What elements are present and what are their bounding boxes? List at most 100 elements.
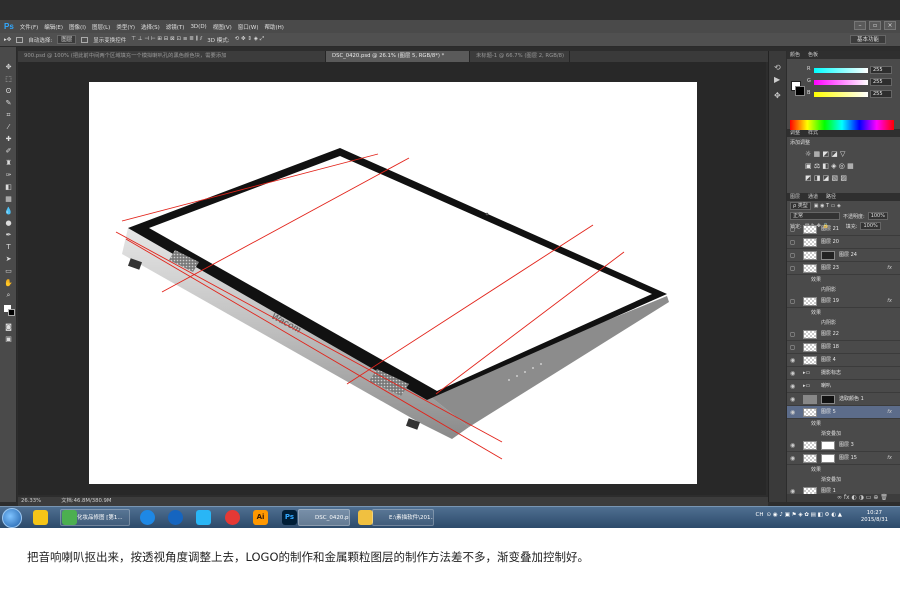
tab-900-psd[interactable]: 900.psd @ 100% (把此前中间两个区域填充一个模拟喇叭孔的黑色颜色块… (18, 51, 326, 62)
menu-edit[interactable]: 编辑(E) (44, 23, 63, 31)
input-language[interactable]: CH (756, 512, 764, 518)
filter-icons[interactable]: ▣ ◉ T ▭ ◈ (814, 203, 841, 209)
slider-r-bar[interactable] (814, 68, 868, 73)
system-clock[interactable]: 10:27 2015/8/31 (861, 510, 888, 524)
visibility-icon[interactable]: ◻ (790, 249, 795, 262)
crop-icon[interactable]: ⌗ (4, 111, 13, 119)
layer-row[interactable]: ◻ 图层 22 (787, 328, 900, 341)
app-icon-4[interactable] (168, 510, 183, 525)
quick-mask-icon[interactable]: ◙ (4, 323, 13, 331)
menu-3d[interactable]: 3D(D) (190, 24, 206, 30)
slider-g[interactable]: G 255 (787, 77, 900, 89)
tray-icons[interactable]: ⊙ ◉ ♪ ▣ ⚑ ◈ ✿ ▤ ◧ ⚙ ◐ ▲ (767, 512, 842, 518)
tab-dsc-0420[interactable]: DSC_0420.psd @ 26.1% (图层 5, RGB/8*) * (326, 51, 470, 62)
slider-g-bar[interactable] (814, 80, 868, 85)
menu-file[interactable]: 文件(F) (20, 23, 38, 31)
menu-type[interactable]: 类型(Y) (116, 23, 135, 31)
photoshop-icon[interactable]: Ps (282, 510, 297, 525)
blend-mode-dropdown[interactable]: 正常 (790, 212, 840, 220)
effect-gradient-overlay[interactable]: 渐变叠加 (787, 429, 900, 439)
taskbar-item-folder[interactable]: E:\素描软件\201... (372, 509, 434, 526)
tab-channels[interactable]: 通道 (808, 193, 818, 201)
slider-r[interactable]: R 255 (787, 65, 900, 77)
fx-icon[interactable]: fx (887, 452, 892, 465)
shape-icon[interactable]: ▭ (4, 267, 13, 275)
eye-icon[interactable]: ◉ (790, 393, 795, 406)
visibility-icon[interactable]: ◻ (790, 328, 795, 341)
layer-row[interactable]: ◉ 图层 4 (787, 354, 900, 367)
b-value[interactable]: 255 (870, 90, 892, 98)
eye-icon[interactable]: ◉ (790, 452, 795, 465)
layer-row[interactable]: ◻ 图层 18 (787, 341, 900, 354)
menu-help[interactable]: 帮助(H) (265, 23, 284, 31)
layer-row[interactable]: ◻ 图层 24 (787, 249, 900, 262)
eraser-icon[interactable]: ◧ (4, 183, 13, 191)
blur-icon[interactable]: 💧 (4, 207, 13, 215)
gradient-icon[interactable]: ▦ (4, 195, 13, 203)
tab-adjustments[interactable]: 调整 (790, 129, 800, 137)
visibility-icon[interactable]: ◻ (790, 295, 795, 308)
close-icon[interactable]: × (884, 21, 896, 30)
layer-row[interactable]: ◻ 图层 20 (787, 236, 900, 249)
3d-tools-icons[interactable]: ⟲ ✥ ⇕ ◈ ⤢ (235, 36, 264, 43)
type-icon[interactable]: T (4, 243, 13, 251)
menu-image[interactable]: 图像(I) (69, 23, 86, 31)
layer-kind-filter[interactable]: ρ 类型 (790, 202, 811, 210)
menu-view[interactable]: 视图(V) (213, 23, 232, 31)
layers-panel-footer-icons[interactable]: ∞ fx ◐ ◑ ▭ ⊕ 🗑 (787, 494, 900, 502)
taskbar-item-dsc[interactable]: DSC_0420.psd ... (298, 509, 350, 526)
tab-paths[interactable]: 路径 (826, 193, 836, 201)
auto-select-checkbox[interactable] (16, 36, 24, 43)
slider-b[interactable]: B 255 (787, 89, 900, 101)
visibility-icon[interactable]: ◻ (790, 341, 795, 354)
effect-inner-shadow[interactable]: 内阴影 (787, 285, 900, 295)
adjustment-layer-row[interactable]: ◉ 选取颜色 1 (787, 393, 900, 406)
zoom-level[interactable]: 26.33% (21, 497, 41, 506)
document-canvas[interactable]: Wacom (89, 82, 697, 484)
menu-select[interactable]: 选择(S) (141, 23, 160, 31)
stamp-icon[interactable]: ♜ (4, 159, 13, 167)
layer-row[interactable]: ◉ 图层 3 (787, 439, 900, 452)
menu-filter[interactable]: 滤镜(T) (166, 23, 185, 31)
show-transform-checkbox[interactable] (81, 36, 89, 43)
app-icon-1[interactable] (33, 510, 48, 525)
dodge-icon[interactable]: ● (4, 219, 13, 227)
group-row[interactable]: ◉ ▸▭ 喇叭 (787, 380, 900, 393)
tab-color[interactable]: 颜色 (790, 51, 800, 59)
layer-row[interactable]: ◻ 图层 21 (787, 223, 900, 236)
chrome-icon[interactable] (225, 510, 240, 525)
g-value[interactable]: 255 (870, 78, 892, 86)
play-icon[interactable]: ▶ (774, 75, 780, 84)
fx-icon[interactable]: fx (887, 406, 892, 419)
move-icon[interactable]: ✥ (4, 63, 13, 71)
align-icons[interactable]: ⊤ ⊥ ⊣ ⊢ ⊞ ⊟ ⊠ ⊡ ≡ ≣ ⫼ ⫽ (131, 36, 202, 43)
adjust-icons-row-1[interactable]: ☼ ▦ ◩ ◪ ▽ (787, 148, 900, 160)
effect-inner-shadow[interactable]: 内阴影 (787, 318, 900, 328)
tool-preset-icon[interactable]: ✥ (774, 91, 781, 100)
app-icon-5[interactable] (196, 510, 211, 525)
color-spectrum[interactable] (790, 120, 894, 130)
layer-row[interactable]: ◉ 图层 15 fx (787, 452, 900, 465)
fx-icon[interactable]: fx (887, 262, 892, 275)
eye-icon[interactable]: ◉ (790, 406, 795, 419)
effect-gradient-overlay[interactable]: 渐变叠加 (787, 475, 900, 485)
group-row[interactable]: ◉ ▸▭ 摄影标志 (787, 367, 900, 380)
eye-icon[interactable]: ◉ (790, 354, 795, 367)
screen-mode-icon[interactable]: ▣ (4, 335, 13, 343)
opacity-input[interactable]: 100% (867, 212, 888, 220)
visibility-icon[interactable]: ◻ (790, 223, 795, 236)
restore-icon[interactable]: ▫ (869, 21, 881, 30)
layer-row[interactable]: ◻ 图层 23 fx (787, 262, 900, 275)
tab-swatches[interactable]: 色板 (808, 51, 818, 59)
layer-row-selected[interactable]: ◉ 图层 5 fx (787, 406, 900, 419)
eye-icon[interactable]: ◉ (790, 380, 795, 393)
hand-icon[interactable]: ✋ (4, 279, 13, 287)
start-button[interactable] (2, 508, 22, 528)
path-select-icon[interactable]: ➤ (4, 255, 13, 263)
move-tool-icon[interactable]: ▸✥ (4, 37, 11, 43)
layer-row[interactable]: ◻ 图层 19 fx (787, 295, 900, 308)
visibility-icon[interactable]: ◻ (790, 262, 795, 275)
menu-layer[interactable]: 图层(L) (92, 23, 110, 31)
quick-select-icon[interactable]: ✎ (4, 99, 13, 107)
visibility-icon[interactable]: ◻ (790, 236, 795, 249)
